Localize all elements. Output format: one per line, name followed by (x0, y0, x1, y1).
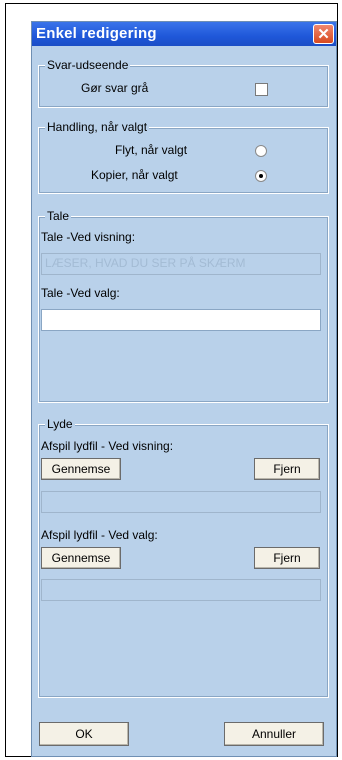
handling-group: Handling, når valgt Flyt, når valgt Kopi… (38, 120, 329, 194)
browse-view-button[interactable]: Gennemse (41, 458, 121, 480)
cancel-button[interactable]: Annuller (224, 722, 324, 746)
svar-udseende-legend: Svar-udseende (45, 58, 131, 72)
lyde-group: Lyde Afspil lydfil - Ved visning: Gennem… (38, 417, 329, 698)
move-label: Flyt, når valgt (115, 143, 188, 157)
lyde-legend: Lyde (45, 417, 75, 431)
lyde-view-file-field (41, 491, 321, 513)
gray-answer-checkbox[interactable] (255, 83, 268, 96)
handling-legend: Handling, når valgt (45, 120, 150, 134)
tale-legend: Tale (45, 209, 72, 223)
close-icon: ✕ (317, 25, 330, 43)
close-button[interactable]: ✕ (313, 24, 334, 44)
title-bar[interactable]: Enkel redigering ✕ (32, 22, 336, 46)
tale-group: Tale Tale -Ved visning: LÆSER, HVAD DU S… (38, 209, 329, 403)
browse-select-button[interactable]: Gennemse (41, 547, 121, 569)
move-radio[interactable] (255, 145, 267, 157)
lyde-select-label: Afspil lydfil - Ved valg: (41, 528, 158, 542)
tale-select-input[interactable] (41, 309, 321, 331)
remove-select-button[interactable]: Fjern (254, 547, 320, 569)
ok-button[interactable]: OK (39, 722, 129, 746)
copy-radio[interactable] (255, 170, 267, 182)
window-title: Enkel redigering (36, 25, 157, 42)
gray-answer-label: Gør svar grå (81, 81, 149, 95)
remove-view-button[interactable]: Fjern (254, 458, 320, 480)
copy-label: Kopier, når valgt (91, 168, 178, 182)
tale-view-field: LÆSER, HVAD DU SER PÅ SKÆRM (41, 253, 321, 275)
svar-udseende-group: Svar-udseende Gør svar grå (38, 58, 329, 108)
lyde-view-label: Afspil lydfil - Ved visning: (41, 439, 174, 453)
tale-view-label: Tale -Ved visning: (41, 230, 136, 244)
dialog-window: Enkel redigering ✕ Svar-udseende Gør sva… (31, 21, 337, 757)
tale-select-label: Tale -Ved valg: (41, 286, 120, 300)
lyde-select-file-field (41, 579, 321, 601)
